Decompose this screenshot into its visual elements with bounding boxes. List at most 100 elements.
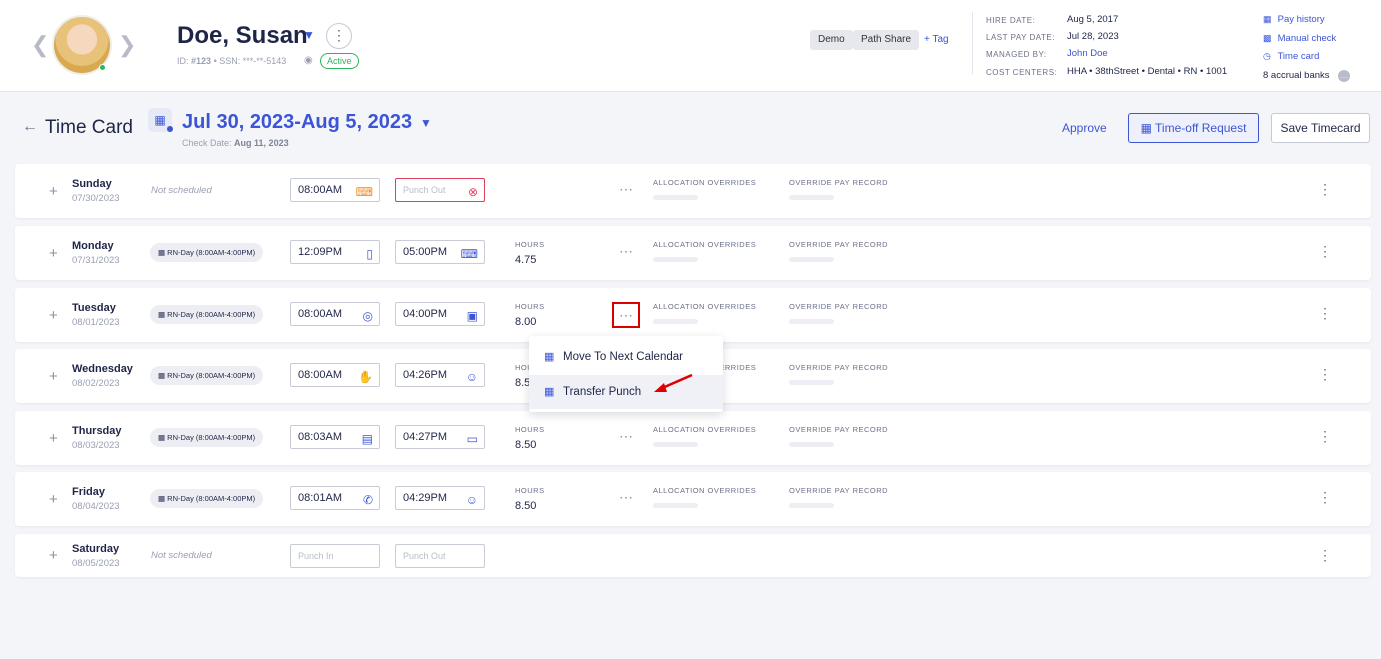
punch-out-value: 04:29PM (403, 492, 448, 504)
lock-icon: ▣ (466, 309, 478, 323)
tag-demo[interactable]: Demo (810, 30, 853, 50)
expand-plus-icon[interactable]: + (49, 368, 58, 385)
laptop-icon: ▭ (466, 432, 478, 446)
override-placeholder (789, 442, 834, 447)
punch-out-placeholder: Punch Out (403, 185, 446, 195)
row-menu-icon[interactable]: ⋮ (1318, 182, 1332, 196)
row-actions-button[interactable]: ⋯ (612, 240, 640, 266)
day-name: Wednesday (72, 363, 133, 375)
row-menu-icon[interactable]: ⋮ (1318, 306, 1332, 320)
hours-value: 4.75 (515, 254, 537, 266)
shift-label: RN-Day (8:00AM-4:00PM) (167, 248, 256, 257)
punch-in-value: 08:03AM (298, 431, 343, 443)
day-date: 08/01/2023 (72, 317, 120, 328)
check-date-value: Aug 11, 2023 (234, 138, 289, 148)
day-name: Saturday (72, 543, 120, 555)
day-name: Thursday (72, 425, 122, 437)
punch-out-placeholder: Punch Out (403, 551, 446, 561)
time-card-link[interactable]: ◷ Time card (1263, 51, 1319, 62)
punch-in-field[interactable]: 08:03AM ▤ (290, 425, 380, 449)
keyboard-icon: ⌨ (355, 185, 373, 199)
face-scan-icon: ☺ (465, 370, 478, 384)
back-arrow-icon[interactable]: ← (22, 118, 38, 136)
expand-plus-icon[interactable]: + (49, 491, 58, 508)
managed-by-link[interactable]: John Doe (1067, 48, 1108, 59)
row-actions-button[interactable]: ⋯ (612, 425, 640, 451)
punch-out-field[interactable]: 05:00PM ⌨ (395, 240, 485, 264)
expand-plus-icon[interactable]: + (49, 245, 58, 262)
row-menu-icon[interactable]: ⋮ (1318, 429, 1332, 443)
override-placeholder (789, 503, 834, 508)
check-date: Check Date: Aug 11, 2023 (182, 138, 289, 148)
add-tag-link[interactable]: + Tag (924, 34, 949, 45)
hours-value: 8.00 (515, 316, 537, 328)
pay-history-link[interactable]: ▦ Pay history (1263, 14, 1325, 25)
manual-check-link[interactable]: ▩ Manual check (1263, 33, 1336, 44)
caret-down-icon[interactable]: ▼ (420, 116, 432, 130)
pay-period-range[interactable]: Jul 30, 2023-Aug 5, 2023 (182, 111, 412, 134)
tag-path-share[interactable]: Path Share (853, 30, 920, 50)
manual-check-label: Manual check (1277, 33, 1337, 44)
check-icon: ▩ (1263, 33, 1272, 43)
punch-in-field[interactable]: 08:00AM ◎ (290, 302, 380, 326)
row-actions-button[interactable]: ⋯ (612, 486, 640, 512)
punch-out-value: 04:27PM (403, 431, 448, 443)
punch-out-field[interactable]: Punch Out (395, 544, 485, 568)
time-off-request-button[interactable]: ▦ Time-off Request (1128, 113, 1259, 143)
day-date: 08/03/2023 (72, 440, 120, 451)
override-placeholder (789, 380, 834, 385)
row-menu-icon[interactable]: ⋮ (1318, 490, 1332, 504)
chevron-right-icon[interactable]: ❯ (118, 34, 136, 56)
online-status-dot (99, 64, 106, 71)
hours-value: 8.50 (515, 439, 537, 451)
eye-icon[interactable]: ◉ (304, 55, 313, 66)
punch-in-field[interactable]: 08:00AM ✋ (290, 363, 380, 387)
row-menu-icon[interactable]: ⋮ (1318, 244, 1332, 258)
punch-out-field[interactable]: 04:26PM ☺ (395, 363, 485, 387)
approve-button[interactable]: Approve (1062, 121, 1107, 135)
expand-plus-icon[interactable]: + (49, 430, 58, 447)
punch-in-placeholder: Punch In (298, 551, 334, 561)
override-pay-record-label: OVERRIDE PAY RECORD (789, 302, 889, 311)
day-name: Monday (72, 240, 114, 252)
punch-out-field[interactable]: 04:27PM ▭ (395, 425, 485, 449)
punch-in-field[interactable]: Punch In (290, 544, 380, 568)
employee-id-label: ID: (177, 56, 189, 66)
menu-item-move-next-calendar[interactable]: ▦ Move To Next Calendar (529, 340, 723, 374)
more-options-button[interactable]: ⋮ (326, 23, 352, 49)
day-row-sunday: + Sunday 07/30/2023 Not scheduled 08:00A… (15, 164, 1371, 218)
punch-in-value: 08:00AM (298, 184, 343, 196)
shift-chip: ▦ RN-Day (8:00AM-4:00PM) (150, 428, 264, 447)
punch-in-value: 08:01AM (298, 492, 343, 504)
expand-plus-icon[interactable]: + (49, 183, 58, 200)
punch-in-value: 08:00AM (298, 308, 343, 320)
punch-in-field[interactable]: 08:01AM ✆ (290, 486, 380, 510)
hours-label: HOURS (515, 486, 545, 495)
punch-out-field[interactable]: 04:29PM ☺ (395, 486, 485, 510)
expand-plus-icon[interactable]: + (49, 307, 58, 324)
divider (972, 12, 973, 74)
chevron-left-icon[interactable]: ❮ (31, 34, 49, 56)
row-actions-button-highlighted[interactable]: ⋯ (612, 302, 640, 328)
employee-name: Doe, Susan (177, 22, 308, 49)
row-menu-icon[interactable]: ⋮ (1318, 367, 1332, 381)
accrual-more-icon[interactable]: … (1338, 70, 1350, 82)
punch-out-field[interactable]: 04:00PM ▣ (395, 302, 485, 326)
employee-ssn: • SSN: ***-**-5143 (213, 56, 287, 66)
punch-in-field[interactable]: 08:00AM ⌨ (290, 178, 380, 202)
cost-centers-value: HHA • 38thStreet • Dental • RN • 1001 (1067, 66, 1228, 77)
punch-in-field[interactable]: 12:09PM ▯ (290, 240, 380, 264)
row-actions-button[interactable]: ⋯ (612, 178, 640, 204)
time-off-label: Time-off Request (1155, 121, 1247, 135)
row-menu-icon[interactable]: ⋮ (1318, 548, 1332, 562)
punch-out-field[interactable]: Punch Out ⊗ (395, 178, 485, 202)
save-timecard-button[interactable]: Save Timecard (1271, 113, 1370, 143)
managed-by-label: MANAGED BY: (986, 50, 1047, 59)
override-pay-record-label: OVERRIDE PAY RECORD (789, 363, 889, 372)
day-date: 07/31/2023 (72, 255, 120, 266)
shift-label: RN-Day (8:00AM-4:00PM) (167, 310, 256, 319)
caret-down-icon[interactable]: ▼ (303, 28, 315, 42)
day-date: 08/05/2023 (72, 558, 120, 569)
expand-plus-icon[interactable]: + (49, 547, 58, 564)
employee-header: ❮ ❯ Doe, Susan ▼ ⋮ ID: #123 • SSN: ***-*… (0, 0, 1381, 92)
